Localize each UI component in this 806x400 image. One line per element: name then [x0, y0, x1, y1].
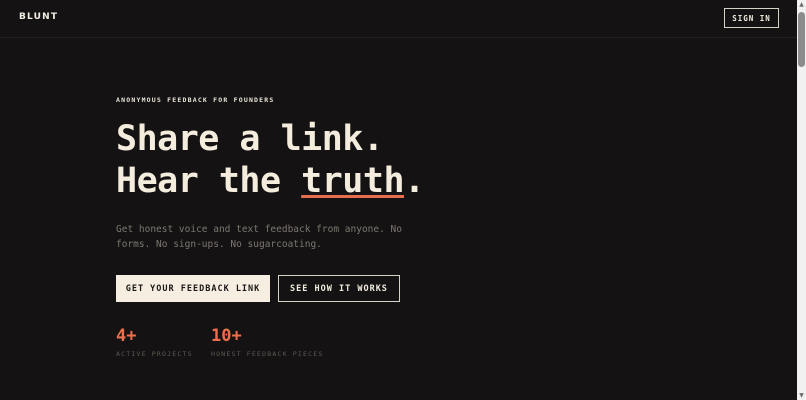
stat-feedback-pieces: 10+ HONEST FEEDBACK PIECES [211, 326, 324, 358]
get-feedback-link-button[interactable]: GET YOUR FEEDBACK LINK [116, 275, 270, 302]
scroll-down-arrow-icon[interactable]: ▼ [797, 391, 806, 400]
hero-eyebrow: ANONYMOUS FEEDBACK FOR FOUNDERS [116, 96, 275, 104]
headline-highlight-truth: truth [301, 161, 405, 201]
headline-line-2: Hear the truth. [116, 160, 425, 202]
stat-label: ACTIVE PROJECTS [116, 350, 193, 358]
headline-line-1: Share a link. [116, 119, 384, 159]
top-nav: BLUNT SIGN IN [0, 0, 797, 38]
stat-label: HONEST FEEDBACK PIECES [211, 350, 324, 358]
stat-value: 10+ [211, 326, 242, 346]
see-how-it-works-button[interactable]: SEE HOW IT WORKS [278, 275, 400, 302]
vertical-scrollbar[interactable]: ▲ ▼ [797, 0, 806, 400]
headline-line-2-prefix: Hear the [116, 161, 302, 201]
hero-headline: Share a link. Hear the truth. [116, 118, 425, 202]
headline-line-2-suffix: . [404, 161, 425, 201]
stat-active-projects: 4+ ACTIVE PROJECTS [116, 326, 193, 358]
stat-value: 4+ [116, 326, 137, 346]
scroll-up-arrow-icon[interactable]: ▲ [797, 0, 806, 9]
sign-in-button[interactable]: SIGN IN [724, 8, 779, 28]
hero-description: Get honest voice and text feedback from … [116, 224, 402, 250]
scrollbar-thumb[interactable] [798, 12, 805, 67]
landing-page: BLUNT SIGN IN ANONYMOUS FEEDBACK FOR FOU… [0, 0, 806, 400]
brand-logo[interactable]: BLUNT [19, 12, 58, 22]
